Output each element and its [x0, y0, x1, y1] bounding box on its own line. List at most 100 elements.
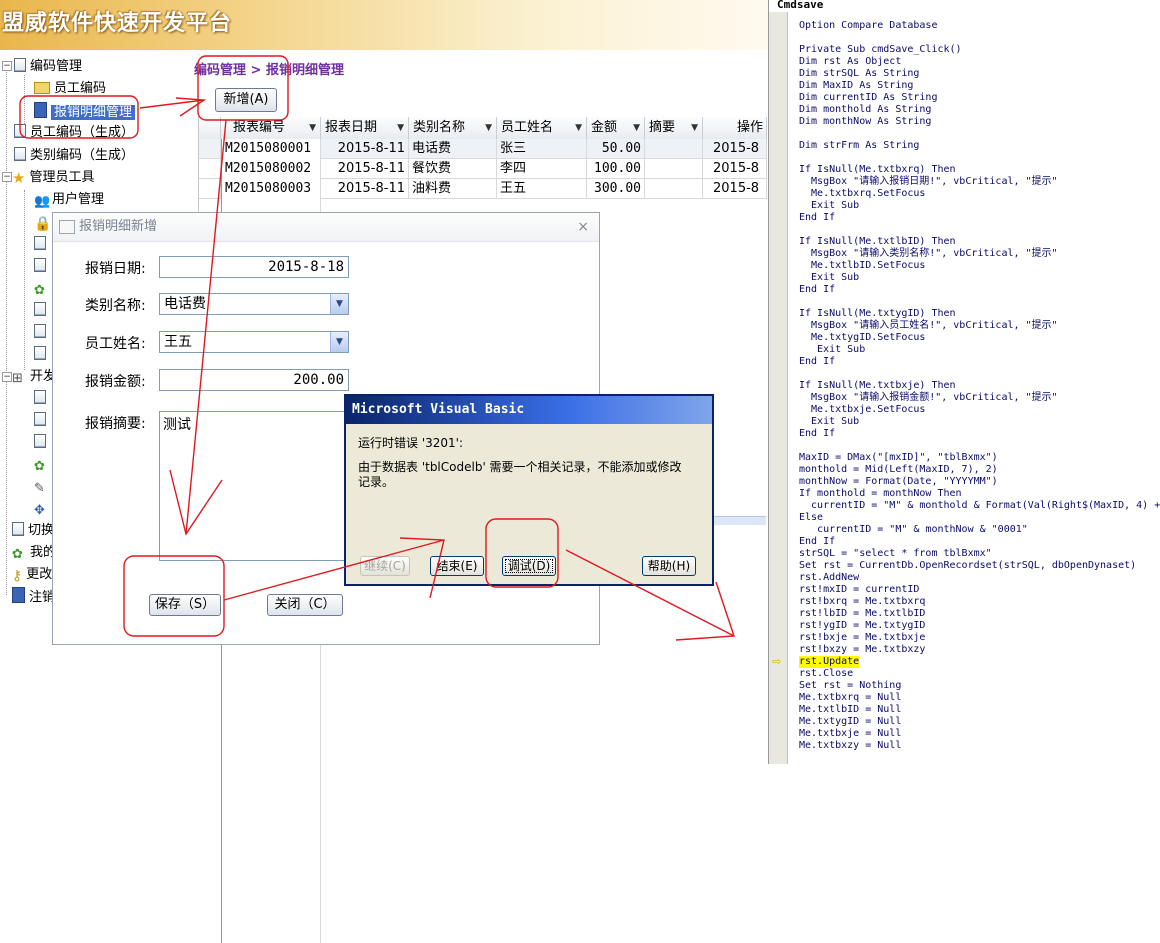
code-line[interactable]: rst!bxrq = Me.txtbxrq [799, 596, 1160, 608]
code-line[interactable]: monthold = Mid(Left(MaxID, 7), 2) [799, 464, 1160, 476]
nav-item-edit[interactable] [34, 257, 50, 277]
code-line[interactable] [799, 440, 1160, 452]
code-line[interactable]: MsgBox "请输入报销金额!", vbCritical, "提示" [799, 392, 1160, 404]
nav-item-clip[interactable]: ✎ [34, 477, 52, 497]
code-line[interactable]: currentID = "M" & monthold & Format(Val(… [799, 500, 1160, 512]
col-header[interactable]: 类别名称 ▼ [409, 117, 497, 139]
code-line[interactable]: If IsNull(Me.txtygID) Then [799, 308, 1160, 320]
expand-toggle[interactable]: − [2, 61, 12, 71]
nav-item-employee-code[interactable]: 员工编码 [34, 79, 106, 99]
nav-item-move[interactable]: ✥ [34, 499, 52, 519]
nav-item-doc-f[interactable] [34, 411, 50, 431]
nav-item-employee-code-gen[interactable]: 员工编码（生成） [14, 123, 134, 143]
code-line[interactable]: rst!mxID = currentID [799, 584, 1160, 596]
code-line[interactable]: Dim monthold As String [799, 104, 1160, 116]
code-line[interactable]: Set rst = CurrentDb.OpenRecordset(strSQL… [799, 560, 1160, 572]
nav-item-doc-c[interactable] [34, 323, 50, 343]
code-line[interactable]: If IsNull(Me.txtlbID) Then [799, 236, 1160, 248]
nav-item-admin-tools[interactable]: ★ 管理员工具 [12, 168, 94, 188]
code-line[interactable] [799, 368, 1160, 380]
code-line[interactable]: rst.Update [799, 656, 1160, 668]
code-line[interactable]: Dim rst As Object [799, 56, 1160, 68]
nav-item-doc-d[interactable] [34, 345, 50, 365]
nav-item-category-code-gen[interactable]: 类别编码（生成） [14, 146, 134, 166]
code-line[interactable]: End If [799, 212, 1160, 224]
col-header[interactable]: 操作 [703, 117, 767, 139]
nav-item-change[interactable]: ⚷ 更改 [12, 565, 52, 585]
code-line[interactable]: Private Sub cmdSave_Click() [799, 44, 1160, 56]
nav-item-logout[interactable]: 注销 [12, 587, 55, 607]
code-line[interactable]: rst!lbID = Me.txtlbID [799, 608, 1160, 620]
nav-item-doc-g[interactable] [34, 433, 50, 453]
nav-item-link[interactable]: ✿ [34, 279, 52, 299]
col-header[interactable]: 员工姓名 ▼ [497, 117, 587, 139]
chevron-down-icon[interactable]: ▼ [330, 294, 348, 314]
code-line[interactable] [799, 296, 1160, 308]
nav-item-doc-e[interactable] [34, 389, 50, 409]
code-line[interactable]: Exit Sub [799, 416, 1160, 428]
employee-combo[interactable]: 王五 ▼ [159, 331, 349, 353]
code-line[interactable]: If IsNull(Me.txtbxje) Then [799, 380, 1160, 392]
code-line[interactable]: Else [799, 512, 1160, 524]
chevron-down-icon[interactable]: ▼ [330, 332, 348, 352]
code-line[interactable]: End If [799, 428, 1160, 440]
debug-button[interactable]: 调试(D) [502, 556, 556, 576]
code-line[interactable]: Dim MaxID As String [799, 80, 1160, 92]
code-line[interactable]: Option Compare Database [799, 20, 1160, 32]
table-row[interactable]: M2015080003 2015-8-11 油料费 王五 300.00 2015… [199, 179, 767, 943]
code-line[interactable]: End If [799, 356, 1160, 368]
save-button[interactable]: 保存（S） [149, 594, 221, 616]
memo-field[interactable]: 测试 [159, 411, 349, 561]
code-line[interactable]: If monthold = monthNow Then [799, 488, 1160, 500]
code-line[interactable]: Me.txtbxzy = Null [799, 740, 1160, 752]
code-line[interactable]: currentID = "M" & monthNow & "0001" [799, 524, 1160, 536]
dialog-titlebar[interactable]: 报销明细新增 × [53, 213, 599, 242]
amount-field[interactable]: 200.00 [159, 369, 349, 391]
code-line[interactable]: Exit Sub [799, 272, 1160, 284]
code-line[interactable] [799, 152, 1160, 164]
help-button[interactable]: 帮助(H) [642, 556, 696, 576]
code-line[interactable]: rst!bxzy = Me.txtbxzy [799, 644, 1160, 656]
date-field[interactable]: 2015-8-18 [159, 256, 349, 278]
col-header[interactable]: 摘要 ▼ [645, 117, 703, 139]
code-line[interactable]: Me.txtbxrq = Null [799, 692, 1160, 704]
code-line[interactable]: Dim monthNow As String [799, 116, 1160, 128]
code-line[interactable] [799, 224, 1160, 236]
code-line[interactable]: Exit Sub [799, 344, 1160, 356]
nav-item-expense-detail[interactable]: 报销明细管理 [34, 102, 136, 122]
code-line[interactable]: rst.AddNew [799, 572, 1160, 584]
nav-item-user-management[interactable]: 👥 用户管理 [34, 190, 104, 210]
code-line[interactable]: rst!ygID = Me.txtygID [799, 620, 1160, 632]
nav-item-switch[interactable]: 切换 [12, 521, 54, 541]
code-line[interactable]: Me.txtlbID = Null [799, 704, 1160, 716]
code-line[interactable]: Me.txtygID.SetFocus [799, 332, 1160, 344]
end-button[interactable]: 结束(E) [430, 556, 484, 576]
code-margin[interactable] [769, 12, 788, 764]
code-line[interactable]: strSQL = "select * from tblBxmx" [799, 548, 1160, 560]
code-editor[interactable]: Option Compare Database Private Sub cmdSa… [799, 20, 1160, 752]
code-line[interactable]: Me.txtbxje.SetFocus [799, 404, 1160, 416]
code-line[interactable]: Dim currentID As String [799, 92, 1160, 104]
continue-button[interactable]: 继续(C) [360, 556, 410, 576]
code-line[interactable]: rst.Close [799, 668, 1160, 680]
code-line[interactable]: MsgBox "请输入员工姓名!", vbCritical, "提示" [799, 320, 1160, 332]
code-line[interactable]: Me.txtbxrq.SetFocus [799, 188, 1160, 200]
expand-toggle[interactable]: − [2, 372, 12, 382]
code-line[interactable]: monthNow = Format(Date, "YYYYMM") [799, 476, 1160, 488]
col-header[interactable]: 报表日期 ▼ [321, 117, 409, 139]
nav-item-coding[interactable]: 编码管理 [14, 57, 82, 77]
code-line[interactable]: Dim strSQL As String [799, 68, 1160, 80]
nav-item-dev[interactable]: ⊞ 开发 [12, 367, 56, 387]
code-line[interactable]: Exit Sub [799, 200, 1160, 212]
code-line[interactable]: If IsNull(Me.txtbxrq) Then [799, 164, 1160, 176]
code-line[interactable]: Me.txtygID = Null [799, 716, 1160, 728]
nav-item-doc-a[interactable] [34, 235, 50, 255]
code-line[interactable]: Dim strFrm As String [799, 140, 1160, 152]
col-header[interactable]: 金额 ▼ [587, 117, 645, 139]
code-line[interactable]: MaxID = DMax("[mxID]", "tblBxmx") [799, 452, 1160, 464]
code-line[interactable]: rst!bxje = Me.txtbxje [799, 632, 1160, 644]
table-row[interactable]: M2015080002 2015-8-11 餐饮费 李四 100.00 2015… [199, 159, 767, 923]
vb-dialog-titlebar[interactable]: Microsoft Visual Basic [346, 396, 712, 424]
expand-toggle[interactable]: − [2, 172, 12, 182]
code-line[interactable] [799, 32, 1160, 44]
